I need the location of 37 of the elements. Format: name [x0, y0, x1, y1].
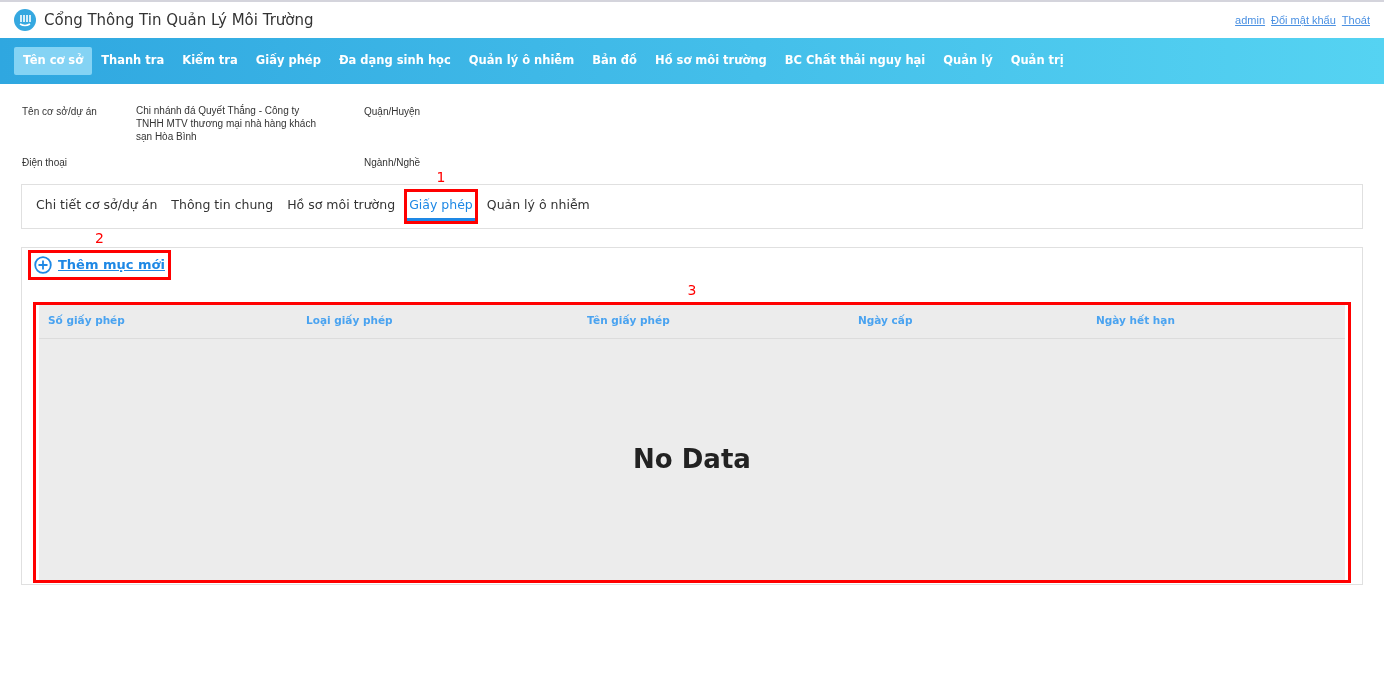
plus-circle-icon — [34, 255, 52, 274]
tab[interactable]: Thông tin chung — [169, 192, 276, 221]
nav-item[interactable]: Tên cơ sở — [14, 47, 93, 75]
nav-item[interactable]: Quản lý ô nhiễm — [459, 47, 584, 75]
logo-icon — [14, 9, 36, 31]
tab[interactable]: Quản lý ô nhiễm — [484, 192, 592, 221]
tab[interactable]: Hồ sơ môi trường — [285, 192, 398, 221]
add-item-button[interactable]: Thêm mục mới — [31, 253, 168, 277]
column-header: Loại giấy phép — [306, 313, 394, 329]
header-link[interactable]: Đổi mật khẩu — [1271, 11, 1336, 29]
empty-message: No Data — [633, 442, 751, 476]
column-header: Tên giấy phép — [587, 313, 671, 329]
nav-item[interactable]: Thanh tra — [92, 47, 174, 75]
column-header: Số giấy phép — [48, 313, 126, 329]
tab[interactable]: Giấy phép — [407, 192, 475, 221]
nav-item[interactable]: Quản trị — [1001, 47, 1073, 75]
field-label: Tên cơ sở/dự án — [22, 105, 98, 119]
annotation-number: 3 — [687, 282, 697, 297]
annotation-number: 1 — [436, 170, 446, 185]
nav-item[interactable]: BC Chất thải nguy hại — [775, 47, 935, 75]
header-link[interactable]: admin — [1235, 11, 1266, 29]
site-title: Cổng Thông Tin Quản Lý Môi Trường — [44, 9, 314, 31]
column-header: Ngày hết hạn — [1096, 313, 1176, 329]
nav-item[interactable]: Đa dạng sinh học — [329, 47, 460, 75]
nav-item[interactable]: Hồ sơ môi trường — [646, 47, 776, 75]
column-header: Ngày cấp — [858, 313, 914, 329]
annotation-number: 2 — [95, 231, 104, 245]
field-label: Quận/Huyện — [364, 105, 422, 119]
nav-item[interactable]: Bản đồ — [583, 47, 646, 75]
field-value: Chi nhánh đá Quyết Thắng - Công ty TNHH MTV thương mại nhà hàng khách sạn Hòa Bình — [136, 104, 317, 143]
field-label: Điện thoại — [22, 156, 69, 170]
field-label: Ngành/Nghề — [364, 156, 422, 170]
nav-item[interactable]: Giấy phép — [246, 47, 330, 75]
tab[interactable]: Chi tiết cơ sở/dự án — [34, 192, 160, 221]
nav-item[interactable]: Kiểm tra — [173, 47, 247, 75]
header-link[interactable]: Thoát — [1341, 11, 1370, 29]
nav-item[interactable]: Quản lý — [934, 47, 1002, 75]
